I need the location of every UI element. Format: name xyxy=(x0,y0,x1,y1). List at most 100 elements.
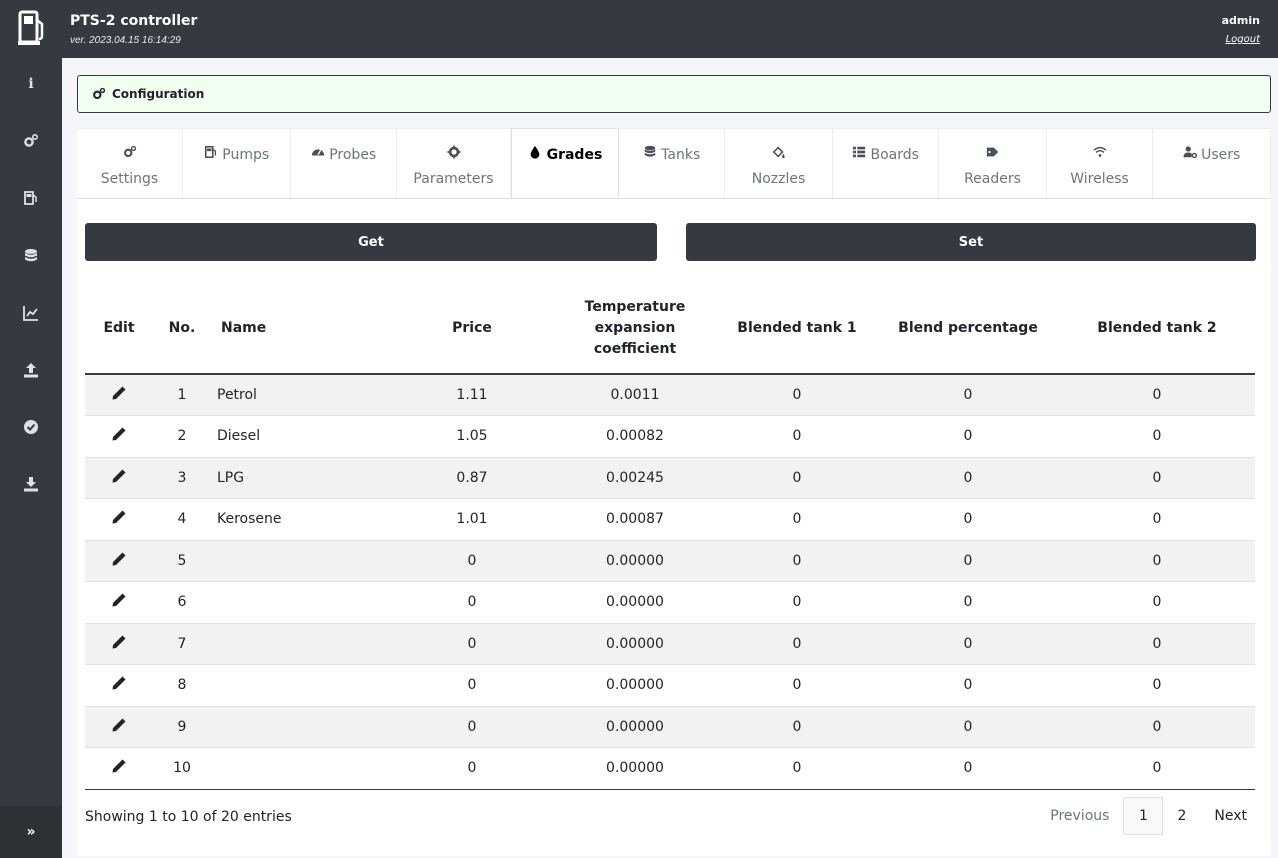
edit-button[interactable] xyxy=(85,581,153,623)
sidebar: i » xyxy=(0,58,62,858)
cell-price: 0 xyxy=(391,539,553,582)
pencil-icon xyxy=(112,635,126,649)
tab-pumps[interactable]: Pumps xyxy=(183,128,291,198)
edit-button[interactable] xyxy=(85,415,153,457)
cell-name: LPG xyxy=(211,456,391,499)
cell-blended-tank-1: 0 xyxy=(717,498,877,540)
pencil-icon xyxy=(112,386,126,400)
info-icon: i xyxy=(28,76,34,92)
column-header-price: Price xyxy=(391,284,553,375)
column-header-blended-tank-2: Blended tank 2 xyxy=(1059,284,1255,375)
gears-icon xyxy=(123,145,136,158)
tag-icon xyxy=(986,147,998,157)
pencil-icon xyxy=(112,718,126,732)
table-row: 8 0 0.00000 0 0 0 xyxy=(85,664,1255,706)
table-row: 7 0 0.00000 0 0 0 xyxy=(85,622,1255,665)
cell-blended-tank-1: 0 xyxy=(717,456,877,499)
configuration-header: Configuration xyxy=(77,75,1271,113)
edit-button[interactable] xyxy=(85,539,153,582)
cell-price: 0 xyxy=(391,664,553,706)
sidebar-item-configuration[interactable] xyxy=(0,121,62,161)
cell-name: Kerosene xyxy=(211,498,391,540)
edit-button[interactable] xyxy=(85,498,153,540)
cell-blended-tank-1: 0 xyxy=(717,539,877,582)
cell-no: 10 xyxy=(153,747,211,790)
sidebar-toggle-button[interactable]: » xyxy=(0,806,62,858)
column-header-edit: Edit xyxy=(85,284,153,375)
pagination-page-2[interactable]: 2 xyxy=(1163,797,1200,835)
tab-readers[interactable]: Readers xyxy=(939,128,1047,198)
tab-grades-label: Grades xyxy=(546,147,603,163)
cell-blended-tank-2: 0 xyxy=(1059,456,1255,499)
edit-button[interactable] xyxy=(85,373,153,416)
drop-icon xyxy=(530,145,540,159)
main-content: Configuration Settings Pumps Probes Para… xyxy=(62,58,1278,858)
sidebar-item-download[interactable] xyxy=(0,464,62,504)
sidebar-item-upload[interactable] xyxy=(0,350,62,390)
sidebar-item-check[interactable] xyxy=(0,407,62,447)
set-button[interactable]: Set xyxy=(686,223,1256,261)
tab-tanks[interactable]: Tanks xyxy=(619,128,725,198)
sidebar-item-pumps[interactable] xyxy=(0,178,62,218)
grades-tab-panel: Get Set Edit No. Name Price Temperature xyxy=(77,198,1271,856)
tab-users[interactable]: Users xyxy=(1153,128,1271,198)
pencil-icon xyxy=(112,759,126,773)
sidebar-item-reports[interactable] xyxy=(0,293,62,333)
get-button[interactable]: Get xyxy=(85,223,657,261)
pencil-icon xyxy=(112,510,126,524)
pagination-next[interactable]: Next xyxy=(1200,797,1261,835)
column-header-blend-percentage: Blend percentage xyxy=(877,284,1059,375)
cell-name xyxy=(211,747,391,790)
cell-blended-tank-2: 0 xyxy=(1059,581,1255,623)
gauge-icon xyxy=(311,149,324,156)
cell-blended-tank-1: 0 xyxy=(717,373,877,416)
tab-parameters[interactable]: Parameters xyxy=(397,128,511,198)
tab-wireless[interactable]: Wireless xyxy=(1047,128,1153,198)
cell-name xyxy=(211,664,391,706)
sidebar-item-tanks[interactable] xyxy=(0,236,62,276)
logout-link[interactable]: Logout xyxy=(1226,34,1260,45)
cell-temperature-coefficient: 0.00000 xyxy=(553,581,717,623)
cell-temperature-coefficient: 0.00000 xyxy=(553,705,717,748)
cell-blended-tank-1: 0 xyxy=(717,705,877,748)
edit-button[interactable] xyxy=(85,747,153,790)
cell-temperature-coefficient: 0.00245 xyxy=(553,456,717,499)
cell-blend-percentage: 0 xyxy=(877,581,1059,623)
cell-blend-percentage: 0 xyxy=(877,539,1059,582)
edit-button[interactable] xyxy=(85,705,153,748)
tab-grades[interactable]: Grades xyxy=(511,128,619,198)
pagination-page-1[interactable]: 1 xyxy=(1123,797,1164,835)
gears-icon xyxy=(93,87,106,100)
database-icon xyxy=(25,249,37,262)
cell-no: 1 xyxy=(153,373,211,416)
cell-temperature-coefficient: 0.00000 xyxy=(553,622,717,665)
column-header-blended-tank-1: Blended tank 1 xyxy=(717,284,877,375)
pagination: Previous 1 2 Next xyxy=(1036,797,1261,835)
table-row: 2 Diesel 1.05 0.00082 0 0 0 xyxy=(85,415,1255,457)
tab-wireless-label: Wireless xyxy=(1070,171,1129,187)
cell-name xyxy=(211,622,391,665)
cell-no: 3 xyxy=(153,456,211,499)
cell-no: 2 xyxy=(153,415,211,457)
tab-settings[interactable]: Settings xyxy=(77,128,183,198)
grades-table: Edit No. Name Price Temperature expansio… xyxy=(85,284,1255,790)
edit-button[interactable] xyxy=(85,456,153,499)
pagination-previous[interactable]: Previous xyxy=(1036,797,1123,835)
cell-blended-tank-2: 0 xyxy=(1059,373,1255,416)
cell-blended-tank-2: 0 xyxy=(1059,622,1255,665)
cell-price: 0 xyxy=(391,705,553,748)
sidebar-item-info[interactable]: i xyxy=(0,64,62,104)
chart-icon xyxy=(23,306,38,321)
table-row: 10 0 0.00000 0 0 0 xyxy=(85,747,1255,790)
edit-button[interactable] xyxy=(85,622,153,665)
tab-parameters-label: Parameters xyxy=(413,171,494,187)
tab-probes[interactable]: Probes xyxy=(291,128,397,198)
cell-blended-tank-2: 0 xyxy=(1059,415,1255,457)
tab-boards[interactable]: Boards xyxy=(833,128,939,198)
pencil-icon xyxy=(112,469,126,483)
upload-icon xyxy=(24,363,38,378)
cell-name xyxy=(211,581,391,623)
tab-nozzles[interactable]: Nozzles xyxy=(725,128,833,198)
edit-button[interactable] xyxy=(85,664,153,706)
pencil-icon xyxy=(112,593,126,607)
